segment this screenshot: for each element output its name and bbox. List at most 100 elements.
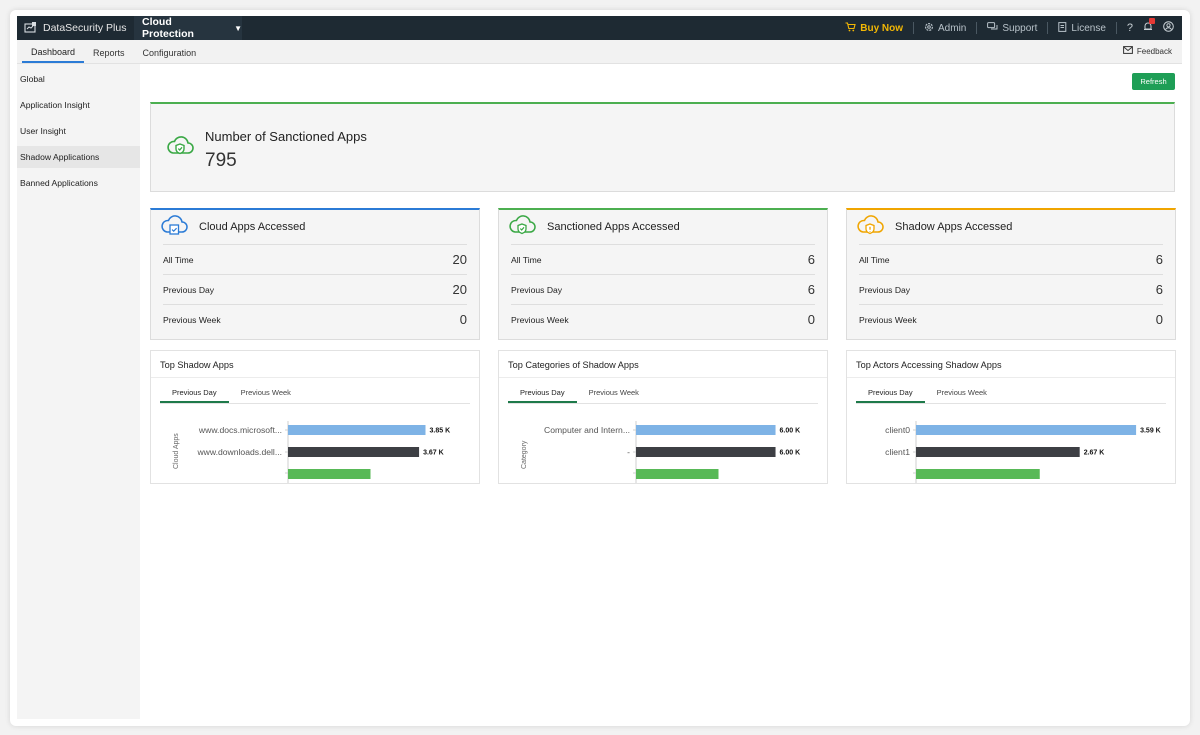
product-name: Cloud Protection	[142, 16, 194, 40]
card-header: Sanctioned Apps Accessed	[499, 210, 827, 244]
cloud-apps-accessed-card: Cloud Apps Accessed All Time 20 Previous …	[150, 208, 480, 340]
top-right-actions: Buy Now Admin Support License ?	[845, 16, 1182, 40]
license-label: License	[1071, 22, 1106, 34]
value-label: 3.67 K	[423, 450, 444, 457]
feedback-label: Feedback	[1136, 46, 1172, 56]
buy-now-link[interactable]: Buy Now	[845, 21, 904, 35]
value-label: 6.00 K	[780, 428, 801, 435]
stat-row-previous-week: Previous Week 0	[511, 304, 815, 334]
stat-row-all-time: All Time 20	[163, 244, 467, 274]
buy-now-label: Buy Now	[860, 22, 904, 34]
main-content: Refresh Number of Sanctioned Apps 795 Cl…	[140, 64, 1182, 719]
card-header: Cloud Apps Accessed	[151, 210, 479, 244]
cloud-app-icon	[159, 214, 189, 241]
sidebar-item-application-insight[interactable]: Application Insight	[17, 94, 140, 116]
sanctioned-apps-accessed-card: Sanctioned Apps Accessed All Time 6 Previ…	[498, 208, 828, 340]
user-profile-icon[interactable]	[1163, 21, 1174, 35]
tab-previous-day[interactable]: Previous Day	[160, 384, 229, 403]
support-link[interactable]: Support	[987, 21, 1038, 35]
tab-configuration[interactable]: Configuration	[134, 39, 206, 63]
stat-row-all-time: All Time 6	[859, 244, 1163, 274]
license-link[interactable]: License	[1058, 21, 1106, 35]
sanctioned-apps-card: Number of Sanctioned Apps 795	[150, 102, 1175, 192]
bar	[288, 447, 420, 457]
feedback-button[interactable]: Feedback	[1122, 46, 1182, 63]
bar	[916, 447, 1080, 457]
stat-label: Previous Week	[163, 314, 221, 325]
cloud-shield-icon	[165, 134, 195, 163]
top-shadow-apps-bar-chart: Cloud Apps www.docs.microsoft... 3.85 K www…	[173, 421, 451, 483]
category-label: -	[627, 447, 630, 457]
category-label: www.docs.microsoft...	[198, 425, 282, 435]
tab-previous-week[interactable]: Previous Week	[229, 384, 303, 403]
value-label: 2.67 K	[1084, 450, 1105, 457]
stat-label: All Time	[511, 254, 542, 265]
top-shadow-apps-chart-card: Top Shadow Apps Previous Day Previous We…	[150, 350, 480, 484]
card-title: Shadow Apps Accessed	[895, 221, 1013, 233]
tab-previous-week[interactable]: Previous Week	[577, 384, 651, 403]
notification-icon[interactable]	[1143, 18, 1155, 35]
sanctioned-apps-title: Number of Sanctioned Apps	[205, 129, 367, 144]
stat-value: 6	[807, 252, 815, 267]
bar	[636, 447, 776, 457]
shadow-apps-accessed-card: Shadow Apps Accessed All Time 6 Previous …	[846, 208, 1176, 340]
category-label: www.downloads.dell...	[196, 447, 282, 457]
sidebar-item-user-insight[interactable]: User Insight	[17, 120, 140, 142]
category-label: client0	[885, 425, 910, 435]
bar	[636, 469, 719, 479]
bar	[636, 425, 776, 435]
product-selector[interactable]: Cloud Protection ▼	[134, 16, 242, 40]
stat-value: 6	[1155, 252, 1163, 267]
help-icon[interactable]: ?	[1127, 22, 1133, 34]
refresh-button[interactable]: Refresh	[1132, 73, 1175, 90]
document-icon	[1058, 21, 1067, 35]
admin-link[interactable]: Admin	[924, 22, 966, 35]
top-bar: DataSecurity Plus Cloud Protection ▼ Buy…	[17, 16, 1182, 40]
y-axis-label: Cloud Apps	[173, 433, 180, 469]
category-label: Computer and Intern...	[544, 425, 630, 435]
value-label: 6.00 K	[780, 450, 801, 457]
sub-navigation: Dashboard Reports Configuration Feedback	[17, 40, 1182, 64]
notification-badge	[1149, 18, 1155, 24]
admin-label: Admin	[938, 22, 967, 34]
stat-label: Previous Day	[859, 284, 911, 295]
chart-title: Top Shadow Apps	[151, 351, 479, 378]
card-title: Cloud Apps Accessed	[199, 221, 306, 233]
brand[interactable]: DataSecurity Plus	[17, 22, 134, 34]
tab-previous-week[interactable]: Previous Week	[925, 384, 999, 403]
stat-row-previous-day: Previous Day 20	[163, 274, 467, 304]
support-label: Support	[1002, 22, 1038, 34]
top-categories-chart-card: Top Categories of Shadow Apps Previous D…	[498, 350, 828, 484]
stat-label: Previous Week	[859, 314, 917, 325]
bar	[288, 469, 371, 479]
sidebar-item-global[interactable]: Global	[17, 68, 140, 90]
chevron-down-icon: ▼	[234, 23, 242, 33]
stat-label: Previous Day	[511, 284, 563, 295]
stat-row-previous-day: Previous Day 6	[859, 274, 1163, 304]
cloud-shield-icon	[507, 214, 537, 241]
tab-previous-day[interactable]: Previous Day	[508, 384, 577, 403]
category-label: client1	[885, 447, 910, 457]
value-label: 3.85 K	[430, 428, 451, 435]
stat-label: All Time	[859, 254, 890, 265]
stat-value: 6	[1155, 282, 1163, 297]
divider	[976, 22, 978, 34]
stat-row-all-time: All Time 6	[511, 244, 815, 274]
chart-tabs: Previous Day Previous Week	[856, 384, 1166, 404]
sanctioned-apps-count: 795	[205, 150, 237, 171]
sidebar: Global Application Insight User Insight …	[17, 64, 140, 719]
stat-value: 6	[807, 282, 815, 297]
tab-previous-day[interactable]: Previous Day	[856, 384, 925, 403]
bar	[916, 425, 1137, 435]
chart-title: Top Categories of Shadow Apps	[499, 351, 827, 378]
stat-label: Previous Week	[511, 314, 569, 325]
sidebar-item-banned-applications[interactable]: Banned Applications	[17, 172, 140, 194]
stat-value: 0	[1155, 312, 1163, 327]
tab-reports[interactable]: Reports	[84, 39, 134, 63]
gear-icon	[924, 22, 934, 35]
cloud-warning-shield-icon	[855, 214, 885, 241]
tab-dashboard[interactable]: Dashboard	[22, 39, 85, 63]
stat-value: 20	[452, 252, 467, 267]
chart-tabs: Previous Day Previous Week	[508, 384, 818, 404]
sidebar-item-shadow-applications[interactable]: Shadow Applications	[17, 146, 140, 168]
